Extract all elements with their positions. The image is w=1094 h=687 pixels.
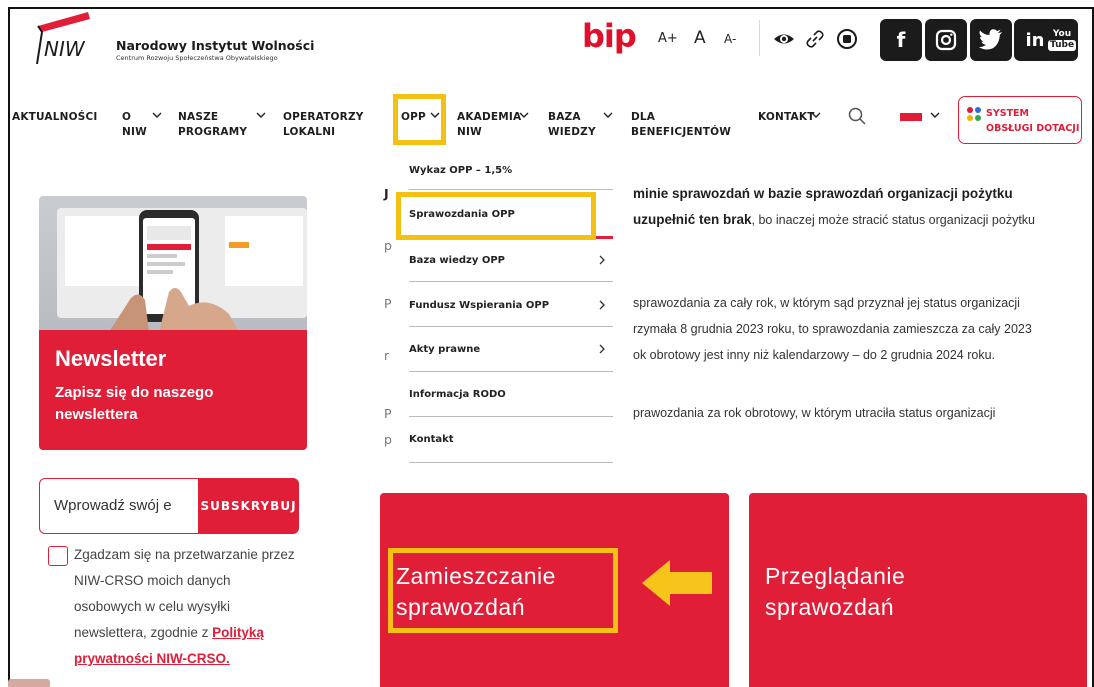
newsletter-banner: Newsletter Zapisz się do naszego newslet… (39, 330, 307, 450)
chevron-down-icon[interactable] (928, 108, 942, 122)
content-fragment: r (384, 348, 390, 363)
dropdown-divider (409, 281, 613, 282)
link-icon[interactable] (804, 28, 826, 50)
org-subtitle: Centrum Rozwoju Społeczeństwa Obywatelsk… (116, 54, 278, 62)
nav-dla-line1: DLA (631, 111, 656, 123)
nav-operatorzy-lokalni[interactable]: OPERATORZY LOKALNI (283, 110, 364, 140)
dropdown-divider (409, 462, 613, 463)
content-fragment: P (384, 296, 392, 311)
instagram-icon[interactable] (925, 19, 967, 61)
dropdown-item-akty-prawne[interactable]: Akty prawne (409, 344, 480, 355)
newsletter-subtitle: Zapisz się do naszego newslettera (55, 384, 214, 423)
content-line6: prawozdania za rok obrotowy, w którym ut… (633, 406, 996, 420)
font-decrease-button[interactable]: A- (724, 32, 736, 46)
dropdown-divider (409, 416, 613, 417)
chevron-down-icon[interactable] (150, 108, 164, 122)
content-line2-bold: uzupełnić ten brak (633, 212, 752, 227)
chevron-down-icon[interactable] (517, 108, 531, 122)
dropdown-item-kontakt[interactable]: Kontakt (409, 434, 454, 445)
content-fragment: p (384, 432, 392, 447)
content-fragment: p (384, 238, 392, 253)
twitter-icon[interactable] (970, 19, 1012, 61)
chevron-right-icon[interactable] (597, 254, 607, 266)
nav-dla-beneficjentow[interactable]: DLA BENEFICJENTÓW (631, 110, 731, 140)
search-icon[interactable] (847, 106, 867, 126)
nav-baza-wiedzy[interactable]: BAZA WIEDZY (548, 110, 596, 140)
niw-logo[interactable]: NIW (30, 10, 102, 68)
sod-label-line2: OBSŁUGI DOTACJI (986, 123, 1080, 134)
system-obslugi-dotacji-button[interactable]: SYSTEM OBSŁUGI DOTACJI (958, 96, 1082, 144)
nav-operatorzy-line2: LOKALNI (283, 126, 336, 138)
content-fragment: P (384, 406, 392, 421)
consent-checkbox[interactable] (48, 546, 68, 566)
contrast-icon[interactable] (836, 28, 858, 50)
bip-link[interactable]: bip (582, 16, 637, 56)
highlight-zamieszczanie (388, 548, 618, 633)
sod-label: SYSTEM OBSŁUGI DOTACJI (986, 106, 1079, 136)
nav-baza-line2: WIEDZY (548, 126, 596, 138)
chevron-down-icon[interactable] (254, 108, 268, 122)
newsletter-email-input[interactable]: Wprowadź swój e (39, 478, 199, 534)
content-line5: ok obrotowy jest inny niż kalendarzowy –… (633, 348, 996, 362)
org-name: Narodowy Instytut Wolności (116, 38, 315, 53)
arrow-left-icon (642, 560, 712, 606)
dropdown-item-wykaz-opp[interactable]: Wykaz OPP – 1,5% (409, 165, 512, 176)
nav-baza-line1: BAZA (548, 111, 581, 123)
highlight-opp-nav (393, 94, 446, 145)
content-line2: uzupełnić ten brak, bo inaczej może stra… (633, 212, 1035, 227)
highlight-sprawozdania-opp (396, 192, 596, 240)
apps-dots-icon (967, 107, 981, 121)
font-normal-button[interactable]: A (694, 28, 706, 48)
font-increase-button[interactable]: A+ (658, 31, 678, 46)
youtube-icon[interactable]: You Tube (1046, 19, 1078, 61)
nav-akademia-line2: NIW (457, 126, 482, 138)
tile-przegladanie-label: Przeglądanie sprawozdań (765, 561, 905, 623)
chevron-right-icon[interactable] (597, 299, 607, 311)
dropdown-item-informacja-rodo[interactable]: Informacja RODO (409, 389, 506, 400)
content-fragment: J (384, 186, 389, 201)
subscribe-button[interactable]: SUBSKRYBUJ (198, 478, 299, 534)
toolbar-divider (759, 20, 760, 56)
sod-label-line1: SYSTEM (986, 108, 1029, 119)
polish-flag-icon[interactable] (900, 109, 922, 121)
nav-nasze-programy[interactable]: NASZE PROGRAMY (178, 110, 247, 140)
nav-dla-line2: BENEFICJENTÓW (631, 126, 732, 138)
nav-akademia-line1: AKADEMIA (457, 111, 522, 123)
nav-operatorzy-line1: OPERATORZY (283, 111, 364, 123)
consent-text: Zgadzam się na przetwarzanie przez NIW-C… (74, 542, 296, 672)
nav-nasze-line1: NASZE (178, 111, 219, 123)
nav-nasze-line2: PROGRAMY (178, 126, 248, 138)
dropdown-divider (409, 189, 613, 190)
dropdown-divider (409, 371, 613, 372)
nav-akademia-niw[interactable]: AKADEMIA NIW (457, 110, 521, 140)
cookie-tab[interactable] (8, 679, 50, 687)
nav-o-niw-line1: O (122, 111, 132, 123)
dropdown-item-baza-wiedzy-opp[interactable]: Baza wiedzy OPP (409, 255, 505, 266)
newsletter-promo-image (39, 196, 307, 332)
content-line4: rzymała 8 grudnia 2023 roku, to sprawozd… (633, 322, 1032, 336)
content-line1: minie sprawozdań w bazie sprawozdań orga… (633, 186, 1013, 201)
facebook-icon[interactable]: f (880, 19, 922, 61)
dropdown-divider (409, 326, 613, 327)
tile-przegladanie-sprawozdan[interactable]: Przeglądanie sprawozdań (749, 493, 1087, 687)
content-line2-rest: , bo inaczej może stracić status organiz… (751, 213, 1035, 227)
eye-icon[interactable] (773, 28, 795, 50)
content-line3: sprawozdania za cały rok, w którym sąd p… (633, 296, 1020, 310)
newsletter-title: Newsletter (55, 346, 167, 371)
dropdown-item-fundusz-wspierania[interactable]: Fundusz Wspierania OPP (409, 300, 549, 311)
nav-o-niw-line2: NIW (122, 126, 147, 138)
chevron-down-icon[interactable] (809, 108, 823, 122)
logo-text: NIW (44, 37, 86, 61)
chevron-down-icon[interactable] (601, 108, 615, 122)
nav-kontakt[interactable]: KONTAKT (758, 110, 815, 125)
nav-aktualnosci[interactable]: AKTUALNOŚCI (12, 110, 98, 125)
nav-o-niw[interactable]: O NIW (122, 110, 147, 140)
tile-przegladanie-line2: sprawozdań (765, 594, 895, 620)
chevron-right-icon[interactable] (597, 343, 607, 355)
phone-screenshot-illustration (57, 208, 307, 332)
tile-przegladanie-line1: Przeglądanie (765, 563, 906, 589)
